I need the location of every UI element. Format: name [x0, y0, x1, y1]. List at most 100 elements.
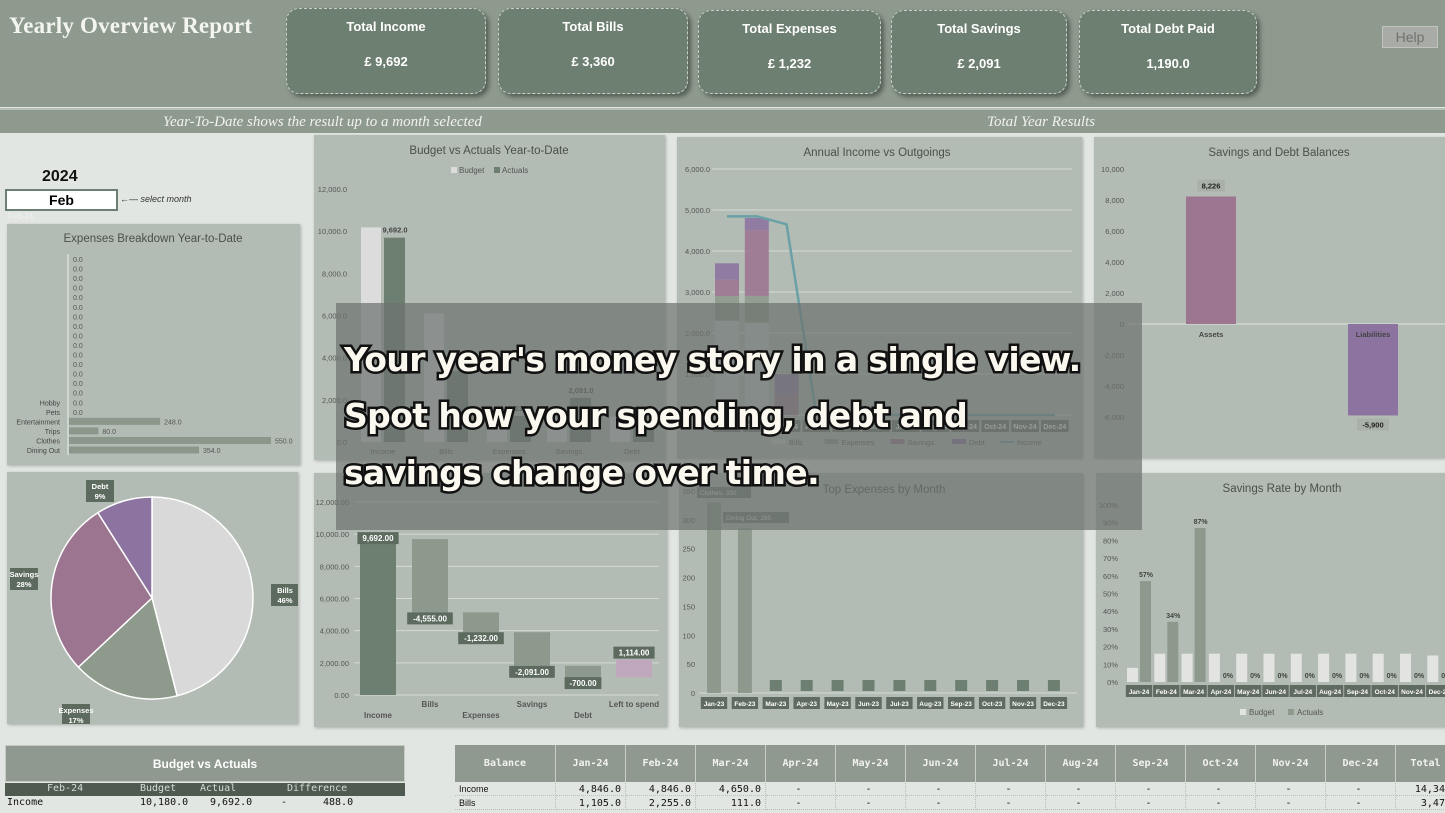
- month-label: Nov-24: [1401, 689, 1423, 696]
- caption-line: Spot how your spending, debt and: [341, 394, 970, 438]
- col-header: Oct-24: [1186, 745, 1256, 782]
- bar: [1186, 196, 1236, 324]
- bar: [69, 436, 271, 444]
- col-header: Jun-24: [906, 745, 976, 782]
- y-tick-label: 10,000: [1101, 165, 1124, 174]
- data-label: 34%: [1166, 613, 1181, 620]
- category-label: Savings: [517, 700, 548, 709]
- budget-bar: [1181, 653, 1193, 682]
- category-label: Entertainment: [16, 419, 60, 426]
- bar: [69, 427, 99, 435]
- stacked-bar-segment: [715, 279, 739, 297]
- data-label: -700.00: [569, 679, 597, 688]
- actual-value: 9,692.0: [210, 797, 253, 808]
- y-tick-label: 250: [682, 545, 695, 554]
- data-label: 0%: [1359, 673, 1370, 680]
- y-tick-label: 10,000.0: [318, 227, 347, 236]
- y-tick-label: 100: [682, 631, 695, 640]
- table-cell: -: [976, 797, 1046, 810]
- y-tick-label: 40%: [1103, 607, 1118, 616]
- col-actual: Actual: [200, 783, 237, 794]
- bar: [616, 659, 652, 678]
- table-cell: -: [836, 797, 906, 810]
- chart-svg: Expenses Breakdown Year-to-Date 0.0 0.0 0.0…: [16, 233, 293, 455]
- budget-bar: [1154, 653, 1166, 682]
- y-tick-label: 10%: [1103, 660, 1118, 669]
- data-label: 0.0: [73, 295, 83, 302]
- table-cell: -: [1116, 797, 1186, 810]
- year-label: 2024: [42, 168, 78, 185]
- col-difference: Difference: [287, 783, 348, 794]
- category-label: Liabilities: [1356, 330, 1391, 339]
- page-title: Yearly Overview Report: [9, 13, 253, 38]
- chart-title: Savings Rate by Month: [1223, 483, 1342, 495]
- table-cell: -: [976, 783, 1046, 796]
- bar: [514, 632, 550, 666]
- month-label: Jan-23: [704, 701, 725, 708]
- chart-svg: Savings Rate by Month 0% 10% 20% 30% 40% 50% 60…: [1099, 483, 1445, 717]
- month-label: Oct-24: [1375, 689, 1396, 696]
- budget-bar: [1427, 655, 1439, 682]
- caption-line: Your year's money story in a single view…: [342, 338, 1084, 382]
- data-label: 0.0: [73, 314, 83, 321]
- zero-label-box: [800, 680, 813, 691]
- month-label: Mar-23: [765, 701, 786, 708]
- table-cell: 1,105.0: [556, 797, 626, 810]
- table-cell: 4,650.0: [696, 783, 766, 796]
- zero-label-box: [862, 680, 875, 691]
- y-tick-label: 70%: [1103, 554, 1118, 563]
- slice-percent: 28%: [16, 580, 31, 589]
- slice-label: Debt: [92, 482, 109, 491]
- data-label: 0.0: [73, 400, 83, 407]
- y-tick-label: 0.00: [334, 691, 349, 700]
- month-select[interactable]: Feb: [5, 189, 118, 211]
- category-label: Left to spend: [609, 700, 659, 709]
- data-label: 0.0: [73, 372, 83, 379]
- kpi-label: Total Savings: [937, 21, 1021, 36]
- data-label: -5,900: [1362, 420, 1383, 429]
- category-label: Bills: [422, 700, 439, 709]
- month-label: Oct-23: [982, 701, 1003, 708]
- table-cell: -: [906, 797, 976, 810]
- category-label: Pets: [46, 410, 61, 417]
- y-tick-label: 50%: [1103, 590, 1118, 599]
- table-cell: -: [1256, 797, 1326, 810]
- budget-bar: [1345, 653, 1357, 682]
- y-tick-label: 8,000.0: [322, 269, 347, 278]
- col-header: Apr-24: [766, 745, 836, 782]
- data-label: -1,232.00: [464, 634, 498, 643]
- y-tick-label: 12,000.0: [318, 185, 347, 194]
- kpi-total-income: Total Income £ 9,692: [286, 8, 486, 94]
- budget-value: 10,180.0: [140, 797, 189, 808]
- y-tick-label: 0: [691, 689, 695, 698]
- help-button[interactable]: Help: [1382, 26, 1438, 48]
- month-label: Dec-23: [1043, 701, 1065, 708]
- legend-swatch: [1288, 709, 1294, 715]
- data-label: 0%: [1277, 673, 1288, 680]
- kpi-total-savings: Total Savings £ 2,091: [891, 10, 1067, 94]
- bar: [360, 539, 396, 695]
- month-label: Sep-23: [951, 701, 973, 708]
- legend-label: Actuals: [502, 166, 528, 175]
- table-cell: -: [1186, 797, 1256, 810]
- y-tick-label: 60%: [1103, 572, 1118, 581]
- category-label: Clothes: [36, 438, 60, 445]
- chart-title: Annual Income vs Outgoings: [803, 147, 950, 159]
- table-cell: -: [1256, 783, 1326, 796]
- kpi-total-expenses: Total Expenses £ 1,232: [698, 10, 881, 94]
- month-label: Apr-23: [796, 701, 817, 708]
- budget-bar: [1400, 653, 1411, 682]
- budget-bar: [1290, 653, 1302, 682]
- data-label: 1,114.00: [619, 649, 650, 658]
- legend-swatch: [494, 167, 500, 173]
- kpi-value: 1,190.0: [1146, 56, 1190, 71]
- y-tick-label: 30%: [1103, 625, 1118, 634]
- data-label: 0%: [1250, 673, 1261, 680]
- data-label: 354.0: [203, 448, 221, 455]
- month-label: Jun-24: [1265, 689, 1286, 696]
- month-label: Jul-24: [1293, 689, 1312, 696]
- budget-bar: [1208, 653, 1220, 682]
- col-header: Sep-24: [1116, 745, 1186, 782]
- kpi-label: Total Expenses: [742, 21, 837, 36]
- month-label: Jul-23: [890, 701, 909, 708]
